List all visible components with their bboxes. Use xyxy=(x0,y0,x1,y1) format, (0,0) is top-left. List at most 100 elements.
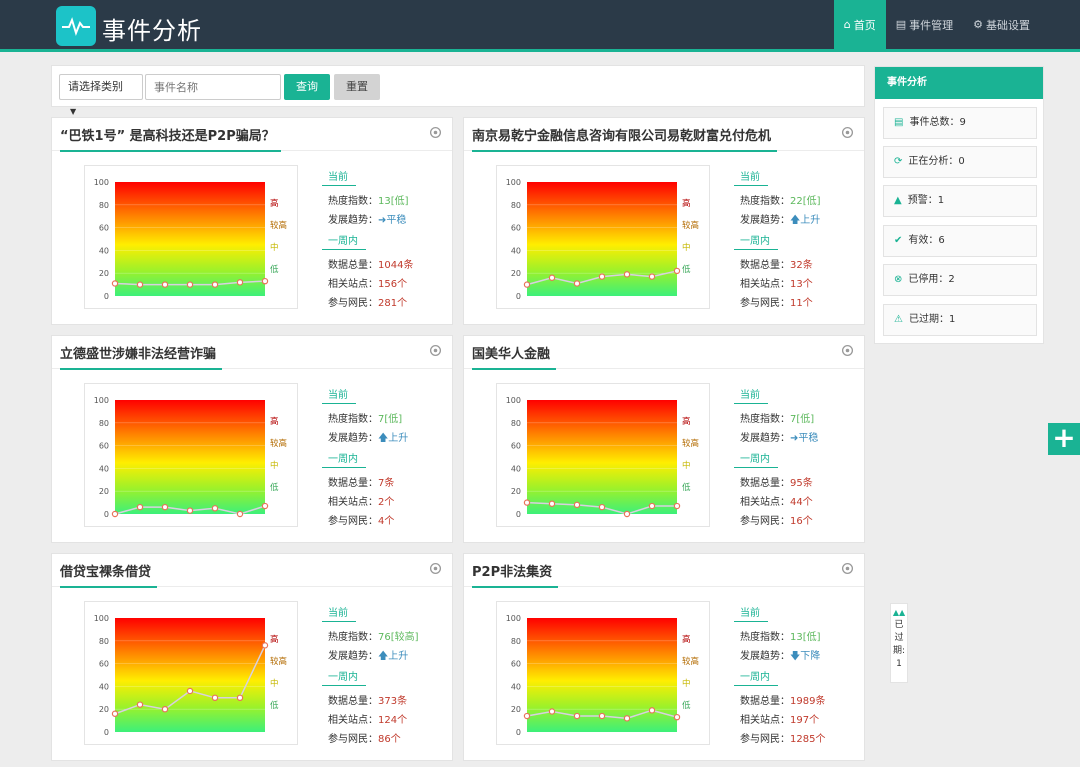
data-point[interactable] xyxy=(548,500,556,507)
nav-basic-settings[interactable]: ⚙ 基础设置 xyxy=(963,0,1040,49)
add-button[interactable]: + xyxy=(1048,423,1080,455)
gear-icon[interactable] xyxy=(841,562,854,575)
data-point[interactable] xyxy=(186,507,194,514)
expired-float-tab[interactable]: ▲▲ 已 过 期: 1 xyxy=(890,603,908,683)
users-value: 86个 xyxy=(378,734,401,745)
data-point[interactable] xyxy=(548,274,556,281)
reset-button[interactable]: 重置 xyxy=(334,74,380,100)
data-point[interactable] xyxy=(161,705,169,713)
card-title[interactable]: 立德盛世涉嫌非法经营诈骗 xyxy=(60,343,223,370)
data-point[interactable] xyxy=(136,281,144,288)
data-point[interactable] xyxy=(673,267,681,275)
event-name-input[interactable] xyxy=(145,74,281,100)
data-point[interactable] xyxy=(236,279,244,286)
y-tick-label: 0 xyxy=(104,510,109,519)
data-point[interactable] xyxy=(598,712,606,720)
level-label: 中 xyxy=(270,460,279,471)
level-label: 较高 xyxy=(270,438,287,449)
card-title[interactable]: “巴铁1号” 是高科技还是P2P骗局？ xyxy=(60,125,281,152)
data-point[interactable] xyxy=(111,280,119,287)
card-title[interactable]: 借贷宝裸条借贷 xyxy=(60,561,158,588)
stat-total[interactable]: ▤ 事件总数：9 xyxy=(883,107,1037,139)
data-point[interactable] xyxy=(673,713,681,721)
trend-arrow-icon: 🡅 xyxy=(378,651,389,662)
data-point[interactable] xyxy=(111,710,119,717)
data-point[interactable] xyxy=(261,502,269,510)
level-label: 低 xyxy=(682,700,691,711)
data-point[interactable] xyxy=(523,712,531,720)
category-select[interactable]: 请选择类别 ▼ xyxy=(59,74,143,116)
data-point[interactable] xyxy=(623,715,631,722)
heat-chart: 100 80 60 40 20 0 高较高中低 xyxy=(84,601,298,745)
card-info: 当前 热度指数：13[低] 发展趋势：➜平稳 一周内 数据总量：1044条 相关站点：15… xyxy=(322,168,452,313)
gear-icon[interactable] xyxy=(841,344,854,357)
bell-icon: ▲ xyxy=(894,195,902,206)
total-value: 1044条 xyxy=(378,260,414,271)
data-point[interactable] xyxy=(236,694,244,702)
data-point[interactable] xyxy=(623,510,631,518)
nav-event-management[interactable]: ▤ 事件管理 xyxy=(886,0,963,49)
data-point[interactable] xyxy=(573,501,581,509)
stat-valid[interactable]: ✔ 有效：6 xyxy=(883,225,1037,257)
data-point[interactable] xyxy=(261,642,269,649)
stat-analyzing[interactable]: ⟳ 正在分析：0 xyxy=(883,146,1037,178)
nav-home[interactable]: ⌂ 首页 xyxy=(833,0,886,49)
data-point[interactable] xyxy=(236,510,244,518)
data-point[interactable] xyxy=(523,281,531,288)
y-tick-label: 40 xyxy=(99,682,109,691)
data-point[interactable] xyxy=(573,280,581,287)
trend-value: 上升 xyxy=(388,433,409,444)
data-point[interactable] xyxy=(261,277,269,285)
data-point[interactable] xyxy=(673,502,681,510)
heat-label: 热度指数： xyxy=(328,632,378,643)
nav-home-label: 首页 xyxy=(853,18,876,32)
data-point[interactable] xyxy=(211,281,219,288)
gear-icon[interactable] xyxy=(841,126,854,139)
sites-label: 相关站点： xyxy=(740,715,790,726)
trend-arrow-icon: 🡇 xyxy=(790,651,801,662)
level-label: 中 xyxy=(682,678,691,689)
data-point[interactable] xyxy=(161,503,169,511)
data-point[interactable] xyxy=(186,687,194,695)
data-point[interactable] xyxy=(211,694,219,702)
data-point[interactable] xyxy=(111,510,119,518)
stat-warning[interactable]: ▲ 预警：1 xyxy=(883,185,1037,217)
data-point[interactable] xyxy=(648,502,656,510)
gear-icon[interactable] xyxy=(429,344,442,357)
heat-value: 7[低] xyxy=(790,414,815,425)
users-label: 参与网民： xyxy=(328,298,378,309)
gear-icon[interactable] xyxy=(429,126,442,139)
heat-row: 热度指数：76[较高] xyxy=(322,628,452,647)
data-point[interactable] xyxy=(548,708,556,715)
query-button[interactable]: 查询 xyxy=(284,74,330,100)
data-point[interactable] xyxy=(136,503,144,511)
heat-label: 热度指数： xyxy=(328,414,378,425)
nav-basic-settings-label: 基础设置 xyxy=(986,18,1030,32)
data-point[interactable] xyxy=(598,503,606,511)
sites-label: 相关站点： xyxy=(740,279,790,290)
data-point[interactable] xyxy=(573,712,581,720)
level-label: 高 xyxy=(270,416,279,427)
data-point[interactable] xyxy=(623,271,631,278)
card-title[interactable]: 国美华人金融 xyxy=(472,343,557,370)
y-tick-label: 20 xyxy=(99,269,109,278)
data-point[interactable] xyxy=(523,499,531,506)
data-point[interactable] xyxy=(648,273,656,280)
data-point[interactable] xyxy=(186,281,194,288)
heat-value: 22[低] xyxy=(790,196,821,207)
data-point[interactable] xyxy=(161,281,169,288)
total-value: 7条 xyxy=(378,478,395,489)
stat-total-label: 事件总数：9 xyxy=(909,117,966,128)
data-point[interactable] xyxy=(598,273,606,280)
trend-arrow-icon: 🡅 xyxy=(378,433,389,444)
card-title[interactable]: 南京易乾宁金融信息咨询有限公司易乾财富兑付危机 xyxy=(472,125,778,152)
stat-disabled[interactable]: ⊗ 已停用：2 xyxy=(883,264,1037,296)
logo[interactable] xyxy=(56,6,96,46)
data-point[interactable] xyxy=(648,707,656,714)
data-point[interactable] xyxy=(211,505,219,512)
card-title[interactable]: P2P非法集资 xyxy=(472,561,559,588)
data-point[interactable] xyxy=(136,701,144,708)
stat-expired[interactable]: ⚠ 已过期：1 xyxy=(883,304,1037,336)
gear-icon[interactable] xyxy=(429,562,442,575)
total-label: 数据总量： xyxy=(328,696,378,707)
